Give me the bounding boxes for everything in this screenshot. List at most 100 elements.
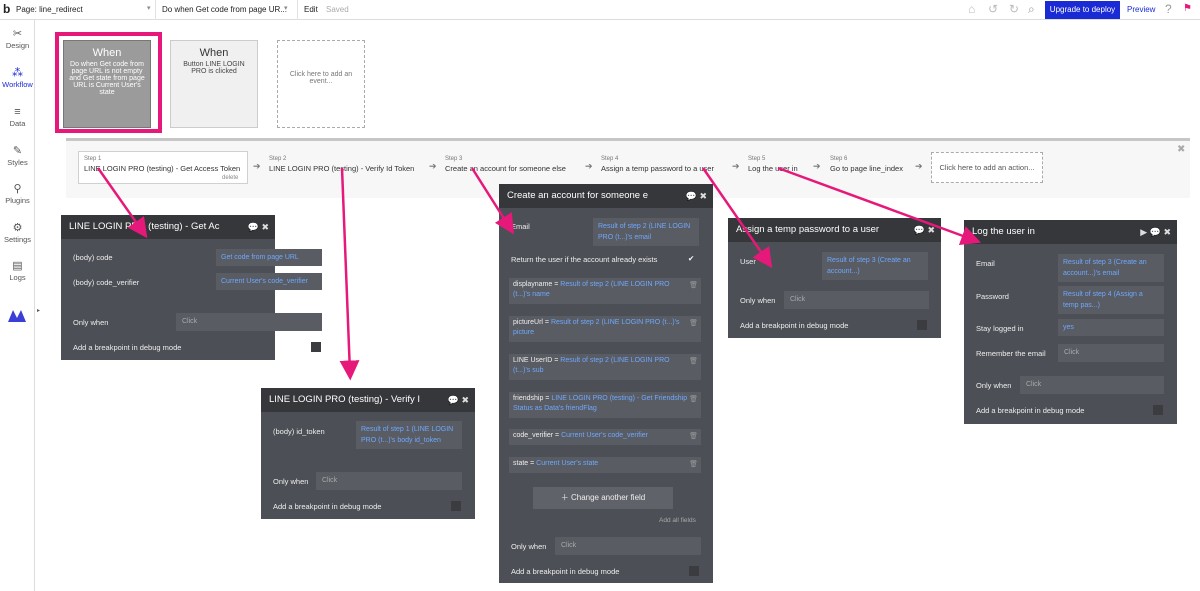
email-field[interactable]: Result of step 2 (LINE LOGIN PRO (t...)'… <box>593 218 699 246</box>
sidebar-item-settings[interactable]: ⚙ Settings <box>0 222 35 244</box>
sidebar-item-styles[interactable]: ✎ Styles <box>0 145 35 167</box>
trash-icon[interactable]: 🗑 <box>689 281 698 289</box>
notification-icon[interactable]: ⚑ <box>1183 3 1192 14</box>
close-icon[interactable]: ✖ <box>1163 227 1171 237</box>
stay-logged-in-field[interactable]: yes <box>1058 319 1164 336</box>
trash-icon[interactable]: 🗑 <box>689 319 698 327</box>
page-selector[interactable]: Page: line_redirect <box>16 5 83 14</box>
comment-icon[interactable]: 💬 <box>686 191 697 201</box>
trash-icon[interactable]: 🗑 <box>689 432 698 440</box>
help-icon[interactable]: ? <box>1165 2 1172 16</box>
only-when-field[interactable]: Click <box>316 472 462 490</box>
only-when-field[interactable]: Click <box>555 537 701 555</box>
step-4[interactable]: Step 4 Assign a temp password to a user <box>601 156 714 173</box>
sidebar-item-data[interactable]: ≡ Data <box>0 106 35 128</box>
sidebar-item-logs[interactable]: ▤ Logs <box>0 260 35 282</box>
code-field[interactable]: Get code from page URL <box>216 249 322 266</box>
step-5-editor-panel: Log the user in ▶ 💬 ✖ Email Result of st… <box>964 220 1177 424</box>
close-icon[interactable]: ✖ <box>1177 144 1185 155</box>
close-icon[interactable]: ✖ <box>261 222 269 232</box>
delete-step-link[interactable]: delete <box>222 175 238 181</box>
field-row[interactable]: friendship = LINE LOGIN PRO (testing) - … <box>509 392 701 418</box>
search-icon[interactable]: ⌕ <box>1028 2 1035 17</box>
edit-menu[interactable]: Edit <box>304 5 318 14</box>
event-card-button-clicked[interactable]: When Button LINE LOGIN PRO is clicked <box>170 40 258 128</box>
field-name: friendship = <box>513 395 550 402</box>
only-when-field[interactable]: Click <box>1020 376 1164 394</box>
field-row[interactable]: displayname = Result of step 2 (LINE LOG… <box>509 278 701 304</box>
sidebar-item-label: Data <box>9 119 26 128</box>
sidebar-item-design[interactable]: ✂ Design <box>0 28 35 50</box>
sidebar-item-workflow[interactable]: ⁂ Workflow <box>0 67 35 89</box>
field-row[interactable]: state = Current User's state 🗑 <box>509 457 701 473</box>
step-number: Step 5 <box>748 156 766 162</box>
field-row[interactable]: pictureUrl = Result of step 2 (LINE LOGI… <box>509 316 701 342</box>
field-value: Current User's code_verifier <box>561 432 648 439</box>
change-field-button[interactable]: ＋ Change another field <box>533 487 673 509</box>
field-label: (body) id_token <box>273 427 325 436</box>
step-6[interactable]: Step 6 Go to page line_index <box>830 156 903 173</box>
upgrade-button[interactable]: Upgrade to deploy <box>1045 1 1120 19</box>
left-sidebar: ✂ Design ⁂ Workflow ≡ Data ✎ Styles ⚲ Pl… <box>0 20 40 591</box>
field-label: Email <box>511 222 530 231</box>
only-when-field[interactable]: Click <box>176 313 322 331</box>
breakpoint-checkbox[interactable] <box>1153 405 1163 415</box>
remember-email-field[interactable]: Click <box>1058 344 1164 362</box>
only-when-label: Only when <box>511 542 547 551</box>
close-icon[interactable]: ✖ <box>699 191 707 201</box>
preview-button[interactable]: Preview <box>1127 5 1155 14</box>
step-3[interactable]: Step 3 Create an account for someone els… <box>445 156 566 173</box>
panel-title: LINE LOGIN PRO (testing) - Get Ac <box>61 215 275 239</box>
trash-icon[interactable]: 🗑 <box>689 395 698 403</box>
chevron-down-icon[interactable]: ▾ <box>147 4 151 12</box>
step-4-editor-panel: Assign a temp password to a user 💬 ✖ Use… <box>728 218 941 338</box>
comment-icon[interactable]: 💬 <box>248 222 259 232</box>
trash-icon[interactable]: 🗑 <box>689 460 698 468</box>
check-icon[interactable]: ✔ <box>688 254 694 263</box>
chevron-down-icon[interactable]: ▾ <box>284 4 288 12</box>
breakpoint-checkbox[interactable] <box>451 501 461 511</box>
breakpoint-label: Add a breakpoint in debug mode <box>73 343 182 352</box>
email-field[interactable]: Result of step 3 (Create an account...)'… <box>1058 254 1164 282</box>
step-label: Go to page line_index <box>830 164 903 173</box>
add-action-button[interactable]: Click here to add an action... <box>931 152 1043 183</box>
breakpoint-checkbox[interactable] <box>311 342 321 352</box>
breakpoint-checkbox[interactable] <box>689 566 699 576</box>
field-row-text: LINE UserID = Result of step 2 (LINE LOG… <box>513 356 688 376</box>
step-1[interactable]: Step 1 LINE LOGIN PRO (testing) - Get Ac… <box>84 156 240 173</box>
gift-icon[interactable]: ⌂ <box>968 2 975 16</box>
field-row[interactable]: LINE UserID = Result of step 2 (LINE LOG… <box>509 354 701 380</box>
undo-icon[interactable]: ↺ <box>988 2 998 16</box>
event-description: Button LINE LOGIN PRO is clicked <box>183 61 245 75</box>
app-logo-icon[interactable] <box>8 308 26 322</box>
close-icon[interactable]: ✖ <box>461 395 469 405</box>
user-field[interactable]: Result of step 3 (Create an account...) <box>822 252 928 280</box>
redo-icon[interactable]: ↻ <box>1009 2 1019 16</box>
field-row-text: code_verifier = Current User's code_veri… <box>513 431 688 441</box>
add-all-fields-link[interactable]: Add all fields <box>659 517 696 524</box>
bubble-logo[interactable]: b <box>3 2 10 16</box>
comment-icon[interactable]: 💬 <box>1150 227 1161 237</box>
expand-arrow-icon[interactable]: ▸ <box>37 307 40 314</box>
sidebar-item-plugins[interactable]: ⚲ Plugins <box>0 183 35 205</box>
id-token-field[interactable]: Result of step 1 (LINE LOGIN PRO (t...)'… <box>356 421 462 449</box>
close-icon[interactable]: ✖ <box>927 225 935 235</box>
breakpoint-checkbox[interactable] <box>917 320 927 330</box>
comment-icon[interactable]: 💬 <box>448 395 459 405</box>
field-row-text: friendship = LINE LOGIN PRO (testing) - … <box>513 394 688 414</box>
comment-icon[interactable]: 💬 <box>914 225 925 235</box>
event-selector[interactable]: Do when Get code from page UR... <box>162 5 287 14</box>
field-name: LINE UserID = <box>513 357 559 364</box>
sidebar-item-label: Logs <box>9 273 26 282</box>
step-5[interactable]: Step 5 Log the user in <box>748 156 798 173</box>
only-when-field[interactable]: Click <box>784 291 929 309</box>
code-verifier-field[interactable]: Current User's code_verifier <box>216 273 322 290</box>
step-2[interactable]: Step 2 LINE LOGIN PRO (testing) - Verify… <box>269 156 414 173</box>
play-icon[interactable]: ▶ <box>1140 227 1147 237</box>
password-field[interactable]: Result of step 4 (Assign a temp pas...) <box>1058 286 1164 314</box>
add-event-card[interactable]: Click here to add an event... <box>277 40 365 128</box>
field-name: displayname = <box>513 281 559 288</box>
trash-icon[interactable]: 🗑 <box>689 357 698 365</box>
step-label: LINE LOGIN PRO (testing) - Verify Id Tok… <box>269 164 415 173</box>
field-row[interactable]: code_verifier = Current User's code_veri… <box>509 429 701 445</box>
